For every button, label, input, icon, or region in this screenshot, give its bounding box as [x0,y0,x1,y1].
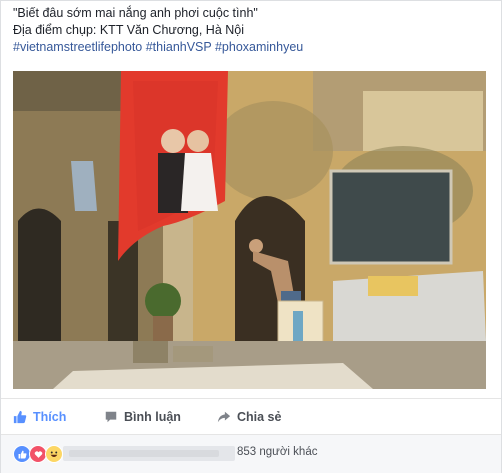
post-location: Địa điểm chụp: KTT Văn Chương, Hà Nội [13,23,245,37]
others-text: người khác [259,446,318,458]
comment-button[interactable]: Bình luận [104,405,181,429]
reaction-count[interactable]: 853 người khác [237,446,317,458]
share-button[interactable]: Chia sẻ [217,405,281,429]
share-arrow-icon [217,410,231,424]
haha-reaction-icon [45,445,63,463]
thumbs-up-icon [13,410,27,424]
post-hashtags[interactable]: #vietnamstreetlifephoto #thianhVSP #phox… [13,39,493,56]
post-card: "Biết đâu sớm mai nắng anh phơi cuộc tìn… [0,0,502,473]
comment-bubble-icon [104,410,118,424]
comment-label: Bình luận [124,410,181,424]
courtyard-photo [13,71,486,389]
share-label: Chia sẻ [237,410,282,424]
others-count: 853 [237,446,257,458]
reactor-names-obscured [63,446,235,461]
post-photo[interactable] [13,71,486,389]
like-label: Thích [33,410,67,424]
like-button[interactable]: Thích [13,405,66,429]
post-actions-bar: Thích Bình luận Chia sẻ [1,398,501,435]
reactions-summary[interactable]: 853 người khác [1,434,501,473]
post-text: "Biết đâu sớm mai nắng anh phơi cuộc tìn… [13,5,493,56]
post-caption: "Biết đâu sớm mai nắng anh phơi cuộc tìn… [13,6,258,20]
